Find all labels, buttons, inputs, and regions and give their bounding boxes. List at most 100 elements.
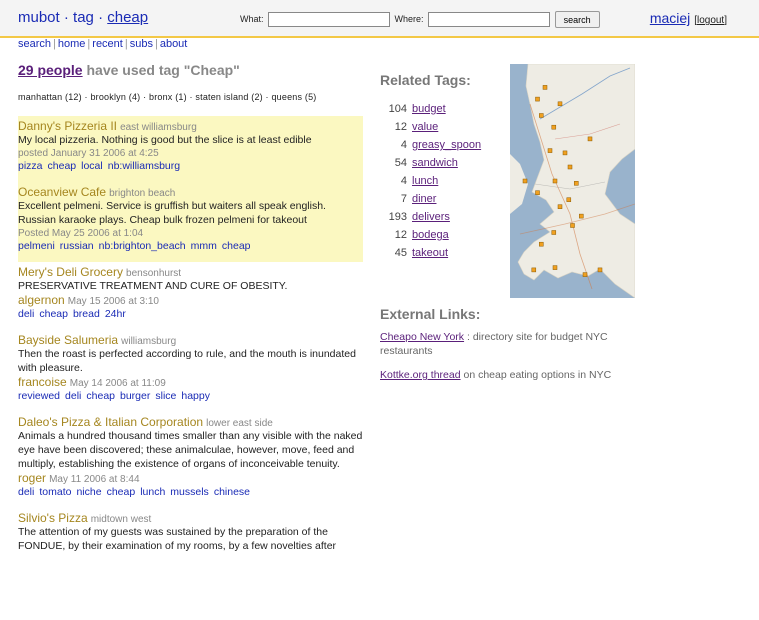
nav-home[interactable]: home (58, 38, 86, 50)
external-link[interactable]: Kottke.org thread (380, 369, 461, 381)
entry-title-line: Silvio's Pizza midtown west (18, 511, 363, 525)
entry-item: Mery's Deli Grocery bensonhurst PRESERVAT… (18, 262, 363, 330)
entry-tag-link[interactable]: burger (120, 390, 150, 402)
brand-current-tag-link[interactable]: cheap (107, 9, 148, 26)
entry-tag-link[interactable]: mmm (191, 240, 217, 252)
entry-tag-link[interactable]: cheap (86, 390, 115, 402)
nav-about[interactable]: about (160, 38, 188, 50)
nyc-map[interactable] (510, 64, 635, 298)
entry-user-link[interactable]: francoise (18, 375, 67, 389)
entry-tag-link[interactable]: cheap (39, 308, 68, 320)
map-marker[interactable] (597, 267, 603, 273)
entry-title-link[interactable]: Mery's Deli Grocery (18, 265, 123, 279)
related-tag-link[interactable]: delivers (412, 208, 450, 226)
logout-link[interactable]: logout (697, 15, 724, 26)
related-tag-link[interactable]: sandwich (412, 154, 458, 172)
related-tag-row: 104 budget (380, 100, 490, 118)
entry-tag-link[interactable]: lunch (140, 486, 165, 498)
brand-home-link[interactable]: mubot (18, 9, 60, 26)
related-tag-link[interactable]: value (412, 118, 438, 136)
entry-tag-link[interactable]: mussels (170, 486, 209, 498)
map-marker[interactable] (566, 197, 572, 202)
map-marker[interactable] (535, 96, 540, 102)
entry-tag-link[interactable]: slice (155, 390, 176, 402)
map-marker[interactable] (557, 101, 563, 107)
entry-tag-link[interactable]: nb:brighton_beach (99, 240, 186, 252)
map-marker[interactable] (551, 230, 557, 235)
map-marker[interactable] (539, 113, 544, 118)
borough-bronx[interactable]: bronx (1) (149, 92, 187, 102)
related-tag-link[interactable]: greasy_spoon (412, 136, 481, 154)
entry-title-line: Oceanview Cafe brighton beach (18, 185, 363, 199)
entry-tag-link[interactable]: cheap (222, 240, 251, 252)
entry-tag-link[interactable]: niche (76, 486, 101, 498)
entry-item: Danny's Pizzeria II east williamsburg My … (18, 116, 363, 182)
entry-tag-link[interactable]: cheap (48, 160, 77, 172)
nav-search[interactable]: search (18, 38, 51, 50)
entry-tag-link[interactable]: chinese (214, 486, 250, 498)
map-marker[interactable] (582, 272, 588, 277)
map-marker[interactable] (552, 265, 558, 270)
map-marker[interactable] (531, 267, 537, 273)
entry-user-link[interactable]: algernon (18, 293, 65, 307)
related-tag-row: 12 value (380, 118, 490, 136)
entry-item: Oceanview Cafe brighton beach Excellent p… (18, 182, 363, 262)
map-marker[interactable] (552, 178, 558, 184)
entry-tag-link[interactable]: deli (18, 308, 34, 320)
entry-tag-link[interactable]: bread (73, 308, 100, 320)
map-marker[interactable] (567, 164, 573, 170)
entry-tag-link[interactable]: pizza (18, 160, 43, 172)
nav-recent[interactable]: recent (92, 38, 123, 50)
map-marker[interactable] (535, 190, 540, 195)
where-input[interactable] (428, 12, 551, 27)
borough-brooklyn[interactable]: brooklyn (4) (90, 92, 140, 102)
entry-location: brighton beach (109, 188, 176, 199)
entry-title-link[interactable]: Daleo's Pizza & Italian Corporation (18, 415, 203, 429)
entry-title-link[interactable]: Danny's Pizzeria II (18, 119, 117, 133)
related-tag-link[interactable]: bodega (412, 226, 449, 244)
related-tag-link[interactable]: diner (412, 190, 436, 208)
map-marker[interactable] (539, 241, 544, 247)
entry-tag-link[interactable]: happy (181, 390, 210, 402)
map-marker[interactable] (579, 213, 584, 219)
entry-tag-link[interactable]: russian (60, 240, 94, 252)
map-marker[interactable] (542, 85, 548, 90)
entry-tag-link[interactable]: reviewed (18, 390, 60, 402)
borough-queens[interactable]: queens (5) (271, 92, 316, 102)
entry-user-link[interactable]: roger (18, 471, 46, 485)
entry-title-link[interactable]: Bayside Salumeria (18, 333, 118, 347)
entry-tag-link[interactable]: local (81, 160, 103, 172)
entry-title-link[interactable]: Silvio's Pizza (18, 511, 88, 525)
external-link[interactable]: Cheapo New York (380, 331, 464, 343)
nav-subs[interactable]: subs (130, 38, 153, 50)
search-button[interactable]: search (554, 11, 600, 28)
entry-tag-link[interactable]: cheap (107, 486, 136, 498)
people-count-link[interactable]: 29 people (18, 62, 83, 78)
borough-staten-island[interactable]: staten island (2) (195, 92, 262, 102)
related-tag-link[interactable]: takeout (412, 244, 448, 262)
related-tag-link[interactable]: lunch (412, 172, 438, 190)
what-input[interactable] (268, 12, 391, 27)
map-marker[interactable] (574, 181, 579, 186)
entry-tag-link[interactable]: deli (18, 486, 34, 498)
entry-tag-link[interactable]: tomato (39, 486, 71, 498)
map-marker[interactable] (547, 148, 553, 153)
entry-tag-link[interactable]: 24hr (105, 308, 126, 320)
map-marker[interactable] (551, 124, 557, 130)
borough-manhattan[interactable]: manhattan (12) (18, 92, 82, 102)
logout-wrapper: [logout] (694, 15, 727, 26)
entry-title-line: Bayside Salumeria williamsburg (18, 333, 363, 347)
map-marker[interactable] (522, 178, 528, 184)
map-marker[interactable] (570, 223, 575, 228)
entry-tag-link[interactable]: deli (65, 390, 81, 402)
entry-title-link[interactable]: Oceanview Cafe (18, 185, 106, 199)
map-marker[interactable] (587, 136, 593, 142)
entry-tags: deli cheap bread 24hr (18, 307, 363, 322)
brand-tag-link[interactable]: tag (73, 9, 94, 26)
related-tag-link[interactable]: budget (412, 100, 446, 118)
entry-tag-link[interactable]: pelmeni (18, 240, 55, 252)
map-marker[interactable] (557, 204, 563, 209)
username-link[interactable]: maciej (650, 10, 690, 26)
entry-tag-link[interactable]: nb:williamsburg (108, 160, 180, 172)
map-marker[interactable] (562, 150, 568, 156)
